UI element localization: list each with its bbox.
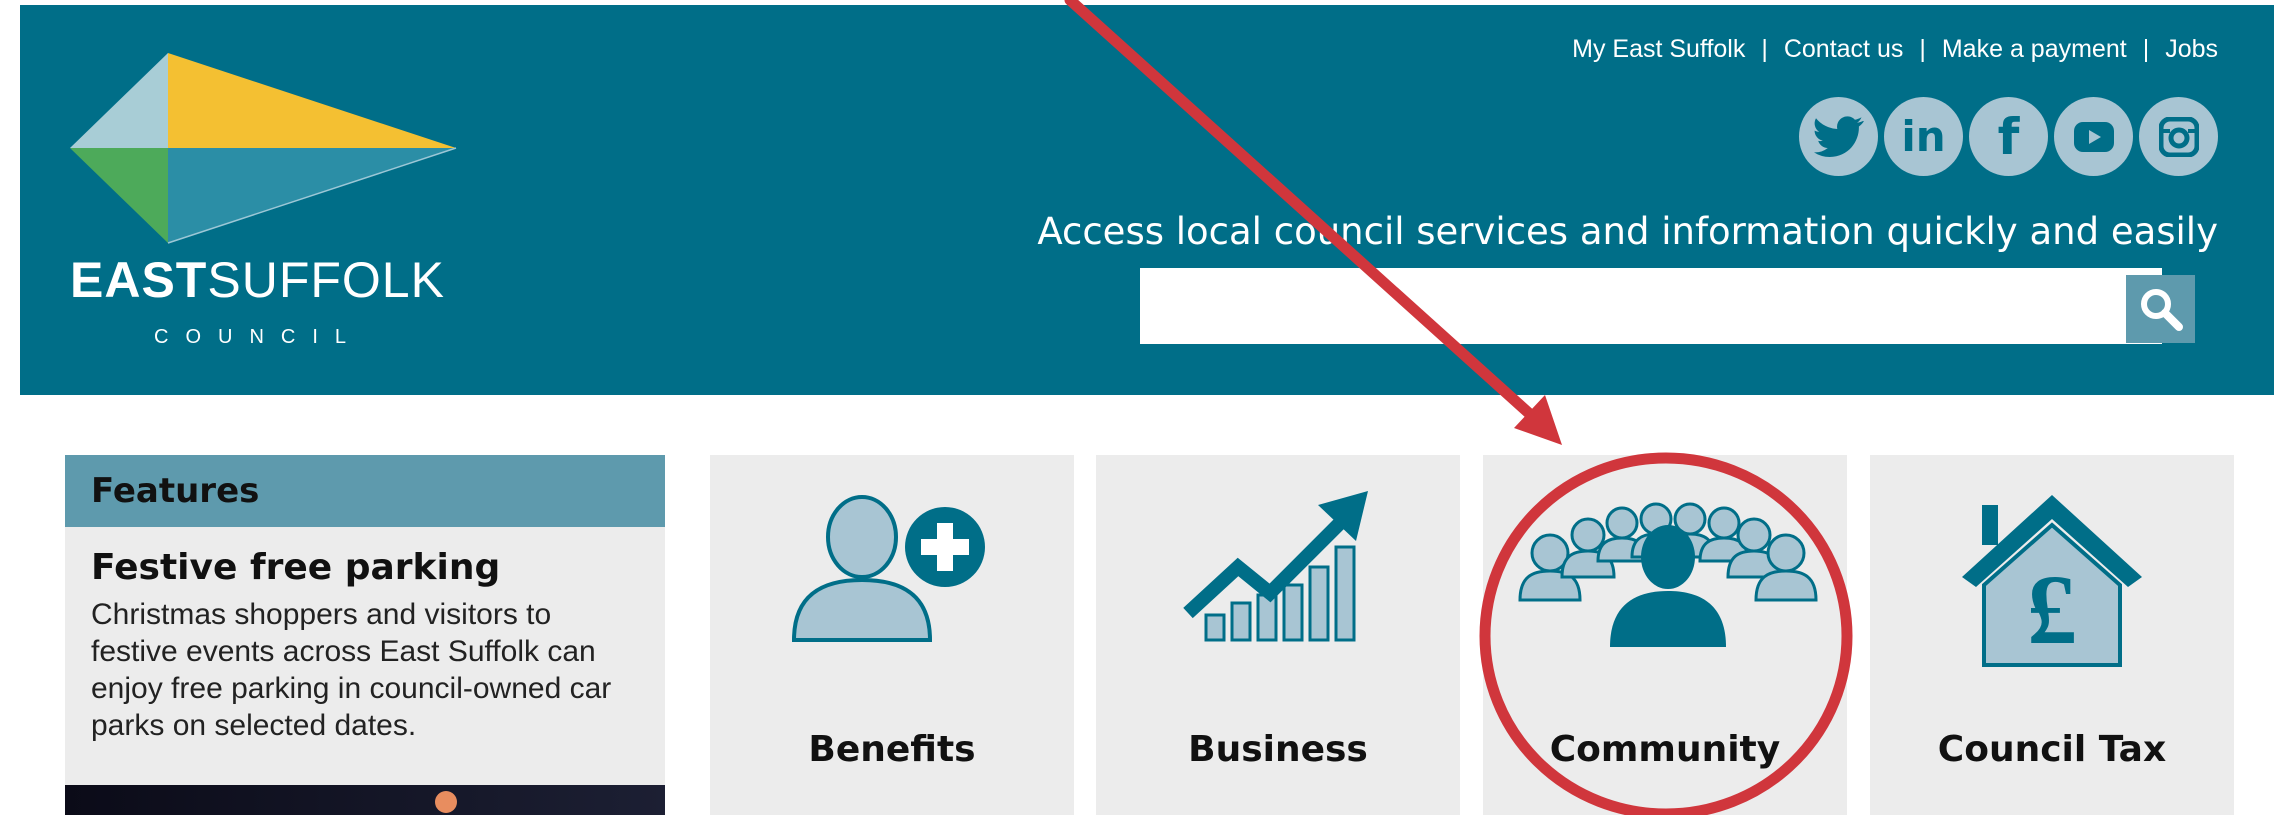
annotation-arrowhead <box>1514 395 1562 445</box>
feature-body: Christmas shoppers and visitors to festi… <box>91 598 612 742</box>
facebook-icon[interactable]: f <box>1969 97 2048 176</box>
community-group-icon <box>1518 502 1818 647</box>
tile-council-tax[interactable]: £ Council Tax <box>1870 455 2234 815</box>
tile-label: Benefits <box>808 729 976 770</box>
link-jobs[interactable]: Jobs <box>2165 35 2218 63</box>
link-separator: | <box>2142 35 2150 63</box>
feature-image[interactable] <box>65 785 665 815</box>
linkedin-icon[interactable]: in <box>1884 97 1963 176</box>
instagram-icon[interactable] <box>2139 97 2218 176</box>
link-make-a-payment[interactable]: Make a payment <box>1942 35 2127 63</box>
link-contact-us[interactable]: Contact us <box>1784 35 1904 63</box>
features-heading: Features <box>65 455 665 527</box>
feature-title[interactable]: Festive free parking <box>91 547 665 588</box>
features-panel: Features Festive free parking Christmas … <box>65 455 665 815</box>
svg-text:£: £ <box>2027 554 2077 665</box>
twitter-icon[interactable] <box>1799 97 1878 176</box>
search-input[interactable] <box>1140 268 2162 344</box>
growth-chart-icon <box>1183 491 1368 642</box>
tile-benefits[interactable]: Benefits <box>710 455 1074 815</box>
tile-business[interactable]: Business <box>1096 455 1460 815</box>
tile-community[interactable]: Community <box>1483 455 1847 815</box>
tile-label: Community <box>1549 729 1781 770</box>
logo-subtitle: COUNCIL <box>154 326 364 348</box>
house-pound-icon: £ <box>1962 495 2142 667</box>
person-add-icon <box>791 495 985 642</box>
social-links: in f <box>1799 97 2218 176</box>
search-button[interactable] <box>2126 275 2195 343</box>
logo-mark <box>70 53 457 244</box>
east-suffolk-council-logo[interactable]: EASTSUFFOLK COUNCIL <box>70 53 470 363</box>
search-icon <box>2140 289 2183 331</box>
utility-links: My East Suffolk | Contact us | Make a paymen… <box>1572 35 2218 64</box>
tagline: Access local council services and inform… <box>1037 210 2218 253</box>
tile-label: Council Tax <box>1937 729 2167 770</box>
tile-label: Business <box>1188 729 1368 770</box>
youtube-icon[interactable] <box>2054 97 2133 176</box>
link-separator: | <box>1761 35 1768 63</box>
link-separator: | <box>1919 35 1926 63</box>
logo-wordmark: EASTSUFFOLK <box>70 252 445 308</box>
link-my-east-suffolk[interactable]: My East Suffolk <box>1572 35 1745 63</box>
